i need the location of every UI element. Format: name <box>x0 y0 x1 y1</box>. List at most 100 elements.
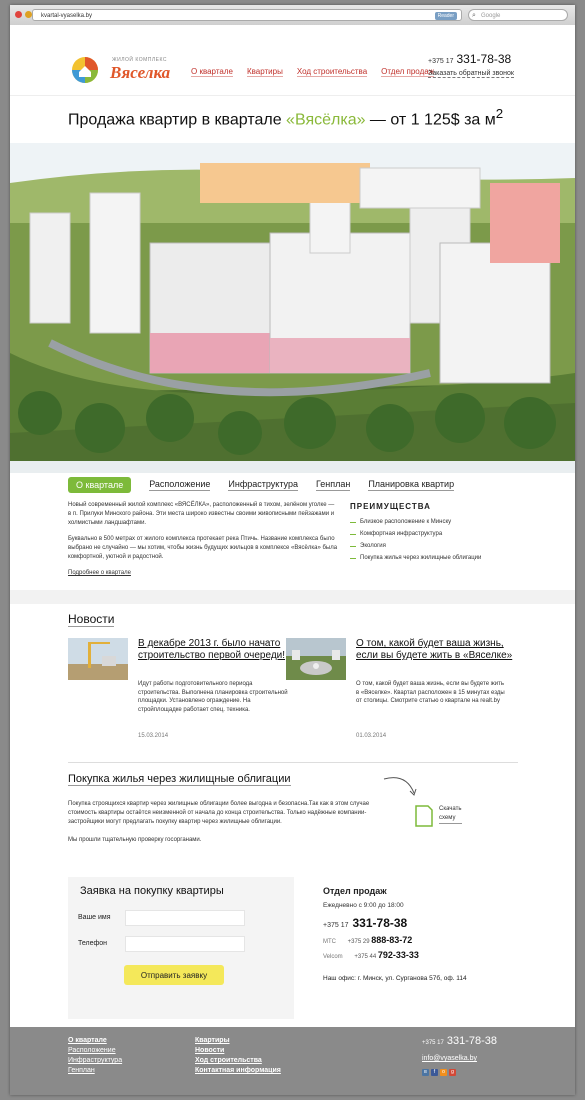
about-paragraph: Буквально в 500 метрах от жилого комплек… <box>68 536 338 560</box>
advantage-item: Комфортная инфраструктура <box>350 531 520 537</box>
odnoklassniki-icon[interactable]: о <box>440 1069 447 1076</box>
mts-phone: МТС +375 29 888-83-72 <box>323 935 523 945</box>
main-phone-code: +375 17 <box>323 922 349 929</box>
title-sup: 2 <box>495 106 504 121</box>
tab-infrastructure[interactable]: Инфраструктура <box>228 479 298 491</box>
search-placeholder: Google <box>481 13 501 19</box>
footer-phone: +375 17 331-78-38 <box>422 1035 497 1047</box>
order-form-title: Заявка на покупку квартиры <box>80 885 224 897</box>
logo-icon[interactable] <box>70 55 100 85</box>
main-nav: О квартале Квартиры Ход строительства От… <box>191 67 435 77</box>
address-bar[interactable]: kvartal-vyaselka.by Reader <box>32 9 462 21</box>
google-plus-icon[interactable]: g <box>449 1069 456 1076</box>
mts-code: +375 29 <box>347 939 370 945</box>
nav-item-sales[interactable]: Отдел продаж <box>381 67 435 77</box>
download-scheme-link[interactable]: Скачать схему <box>439 805 462 824</box>
sales-main-phone: +375 17 331-78-38 <box>323 916 523 930</box>
footer-link[interactable]: Квартиры <box>195 1037 281 1044</box>
title-name: «Вясёлка» <box>286 111 366 129</box>
news-date: 15.03.2014 <box>138 733 169 739</box>
footer-link[interactable]: Расположение <box>68 1047 122 1054</box>
about-tabs: О квартале Расположение Инфраструктура Г… <box>68 477 455 493</box>
section-divider <box>10 590 575 604</box>
bonds-paragraph: Мы прошли тщательную проверку госорганам… <box>68 837 202 843</box>
hero-bottom-strip <box>10 461 575 473</box>
footer-col-about: О квартале Расположение Инфраструктура Г… <box>68 1037 122 1077</box>
url-text: kvartal-vyaselka.by <box>41 13 93 19</box>
footer-link[interactable]: Ход строительства <box>195 1057 281 1064</box>
news-thumbnail[interactable] <box>286 638 346 680</box>
browser-toolbar: kvartal-vyaselka.by Reader ⌕ Google <box>10 5 575 26</box>
page-title: Продажа квартир в квартале «Вясёлка» — о… <box>68 106 503 129</box>
footer-email-link[interactable]: info@vyaselka.by <box>422 1055 477 1062</box>
bonds-paragraph: Покупка строящихся квартир через жилищны… <box>68 801 370 825</box>
advantage-item: Близкое расположение к Минску <box>350 519 520 525</box>
news-text: Идут работы подготовительного периода ст… <box>138 681 288 713</box>
news-heading[interactable]: Новости <box>68 612 115 627</box>
advantages-block: ПРЕИМУЩЕСТВА Близкое расположение к Минс… <box>350 502 520 567</box>
sales-contacts: Отдел продаж Ежедневно с 9:00 до 18:00 +… <box>323 886 523 983</box>
news-headline[interactable]: О том, какой будет ваша жизнь, если вы б… <box>356 638 516 662</box>
browser-window: kvartal-vyaselka.by Reader ⌕ Google ЖИЛО… <box>10 5 575 1095</box>
advantage-item: Покупка жилья через жилищные облигации <box>350 555 520 561</box>
scheme-label-line2: схему <box>439 815 456 821</box>
download-scheme[interactable]: Скачать схему <box>415 805 495 835</box>
site-header: ЖИЛОЙ КОМПЛЕКС Вяселка О квартале Кварти… <box>10 25 575 96</box>
tab-floorplans[interactable]: Планировка квартир <box>368 479 455 491</box>
sales-hours: Ежедневно с 9:00 до 18:00 <box>323 902 404 909</box>
hero-render-image <box>10 143 575 461</box>
sales-title: Отдел продаж <box>323 886 387 896</box>
velcom-phone: Velcom +375 44 792-33-33 <box>323 950 523 960</box>
nav-item-apartments[interactable]: Квартиры <box>246 67 283 77</box>
footer-phone-code: +375 17 <box>422 1040 444 1046</box>
news-text: О том, какой будет ваша жизнь, если вы б… <box>356 681 505 704</box>
velcom-number: 792-33-33 <box>377 950 419 960</box>
submit-button[interactable]: Отправить заявку <box>124 965 224 985</box>
bonds-heading[interactable]: Покупка жилья через жилищные облигации <box>68 773 291 786</box>
about-text: Новый современный жилой комплекс «ВЯСЁЛК… <box>68 501 338 578</box>
divider <box>68 762 518 763</box>
footer-col-sections: Квартиры Новости Ход строительства Конта… <box>195 1037 281 1077</box>
title-suffix: — от 1 125$ за м <box>365 111 496 129</box>
tab-location[interactable]: Расположение <box>149 479 211 491</box>
footer-link[interactable]: Новости <box>195 1047 281 1054</box>
title-prefix: Продажа квартир в квартале <box>68 111 287 129</box>
curved-arrow-icon <box>383 777 417 796</box>
name-input[interactable] <box>125 910 245 926</box>
news-thumbnail[interactable] <box>68 638 128 680</box>
search-icon: ⌕ <box>472 12 476 19</box>
search-input[interactable]: ⌕ Google <box>468 9 568 21</box>
office-address: Наш офис: г. Минск, ул. Сурганова 57б, о… <box>323 975 467 982</box>
footer-link[interactable]: Генплан <box>68 1067 122 1074</box>
advantages-title: ПРЕИМУЩЕСТВА <box>350 502 431 511</box>
nav-item-construction[interactable]: Ход строительства <box>296 67 368 77</box>
facebook-icon[interactable]: f <box>431 1069 438 1076</box>
mts-number: 888-83-72 <box>371 935 413 945</box>
document-icon <box>415 805 433 827</box>
advantage-item: Экология <box>350 543 520 549</box>
news-date: 01.03.2014 <box>356 733 387 739</box>
nav-item-about[interactable]: О квартале <box>191 67 233 77</box>
bonds-text: Покупка строящихся квартир через жилищны… <box>68 800 388 854</box>
social-icons: в f о g <box>422 1069 456 1076</box>
footer-link[interactable]: Контактная информация <box>195 1067 281 1074</box>
callback-link[interactable]: Заказать обратный звонок <box>428 70 514 78</box>
vk-icon[interactable]: в <box>422 1069 429 1076</box>
header-phone-code: +375 17 <box>428 58 454 65</box>
scheme-label-line1: Скачать <box>439 806 462 812</box>
tab-about[interactable]: О квартале <box>68 477 132 493</box>
close-icon[interactable] <box>15 11 22 18</box>
tab-masterplan[interactable]: Генплан <box>315 479 351 491</box>
logo-text[interactable]: Вяселка <box>110 63 170 83</box>
phone-input[interactable] <box>125 936 245 952</box>
footer-link[interactable]: О квартале <box>68 1037 122 1044</box>
name-label: Ваше имя <box>78 914 111 921</box>
velcom-code: +375 44 <box>354 954 377 960</box>
velcom-label: Velcom <box>323 954 343 960</box>
more-about-link[interactable]: Подробнее о квартале <box>68 570 131 576</box>
reader-button[interactable]: Reader <box>434 12 457 20</box>
footer-link[interactable]: Инфраструктура <box>68 1057 122 1064</box>
minimize-icon[interactable] <box>25 11 32 18</box>
mts-label: МТС <box>323 939 336 945</box>
news-headline[interactable]: В декабре 2013 г. было начато строительс… <box>138 638 298 662</box>
